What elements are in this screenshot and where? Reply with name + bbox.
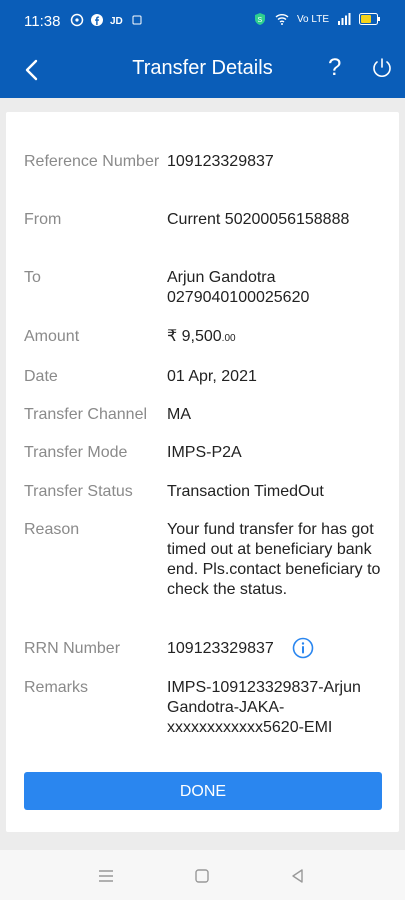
volte-icon: Vo LTE xyxy=(296,13,329,25)
help-button[interactable]: ? xyxy=(328,54,341,82)
detail-label: Reference Number xyxy=(24,153,160,170)
done-button[interactable]: DONE xyxy=(24,772,382,810)
detail-value: IMPS-P2A xyxy=(167,444,242,461)
home-square-icon[interactable] xyxy=(192,866,212,886)
jd-icon: JD xyxy=(110,16,123,27)
detail-value: Your fund transfer for has got timed out… xyxy=(167,521,381,598)
detail-label: Transfer Mode xyxy=(24,444,128,461)
status-bar: 11:38 JD S Vo LTE xyxy=(0,0,405,42)
detail-value-amount: ₹ 9,500.00 xyxy=(167,327,382,349)
detail-value: 01 Apr, 2021 xyxy=(167,368,257,385)
svg-text:JD: JD xyxy=(110,16,123,27)
status-time: 11:38 xyxy=(24,13,61,30)
back-triangle-icon[interactable] xyxy=(288,866,308,886)
page-title: Transfer Details xyxy=(132,57,273,79)
app-bar: Transfer Details ? xyxy=(0,42,405,98)
detail-value: 109123329837 xyxy=(167,640,274,657)
detail-label: Transfer Status xyxy=(24,483,133,500)
battery-icon xyxy=(359,13,380,25)
detail-label: Date xyxy=(24,368,58,385)
notification-icon xyxy=(132,15,142,25)
detail-label: From xyxy=(24,211,62,228)
detail-label: Remarks xyxy=(24,679,89,696)
detail-value: MA xyxy=(167,406,191,423)
amount-decimals: .00 xyxy=(221,333,236,344)
transfer-details-card: Reference Number 109123329837 From Curre… xyxy=(6,112,399,832)
detail-label: RRN Number xyxy=(24,640,121,657)
detail-value: Arjun Gandotra 0279040100025620 xyxy=(167,269,310,306)
amount-main: ₹ 9,500 xyxy=(167,328,222,345)
facebook-icon xyxy=(91,14,103,26)
system-nav-bar xyxy=(0,850,405,900)
signal-icon xyxy=(338,13,351,25)
detail-value: Transaction TimedOut xyxy=(167,483,324,500)
detail-value: 109123329837 xyxy=(167,153,274,170)
detail-value: Current 50200056158888 xyxy=(167,211,350,228)
wifi-icon xyxy=(275,14,289,25)
detail-value: IMPS-109123329837-Arjun Gandotra-JAKA-xx… xyxy=(167,679,361,736)
menu-icon[interactable] xyxy=(96,866,116,886)
detail-label: Reason xyxy=(24,521,80,538)
detail-label: To xyxy=(24,269,41,286)
svg-text:S: S xyxy=(257,17,262,24)
security-shield-icon: S xyxy=(254,13,265,25)
info-icon[interactable] xyxy=(292,637,314,659)
power-icon[interactable] xyxy=(370,56,394,80)
status-left-icons: JD xyxy=(70,13,144,27)
status-right-icons: S Vo LTE xyxy=(253,12,381,26)
detail-label: Transfer Channel xyxy=(24,406,148,423)
whatsapp-icon xyxy=(70,13,84,27)
detail-label: Amount xyxy=(24,328,80,345)
